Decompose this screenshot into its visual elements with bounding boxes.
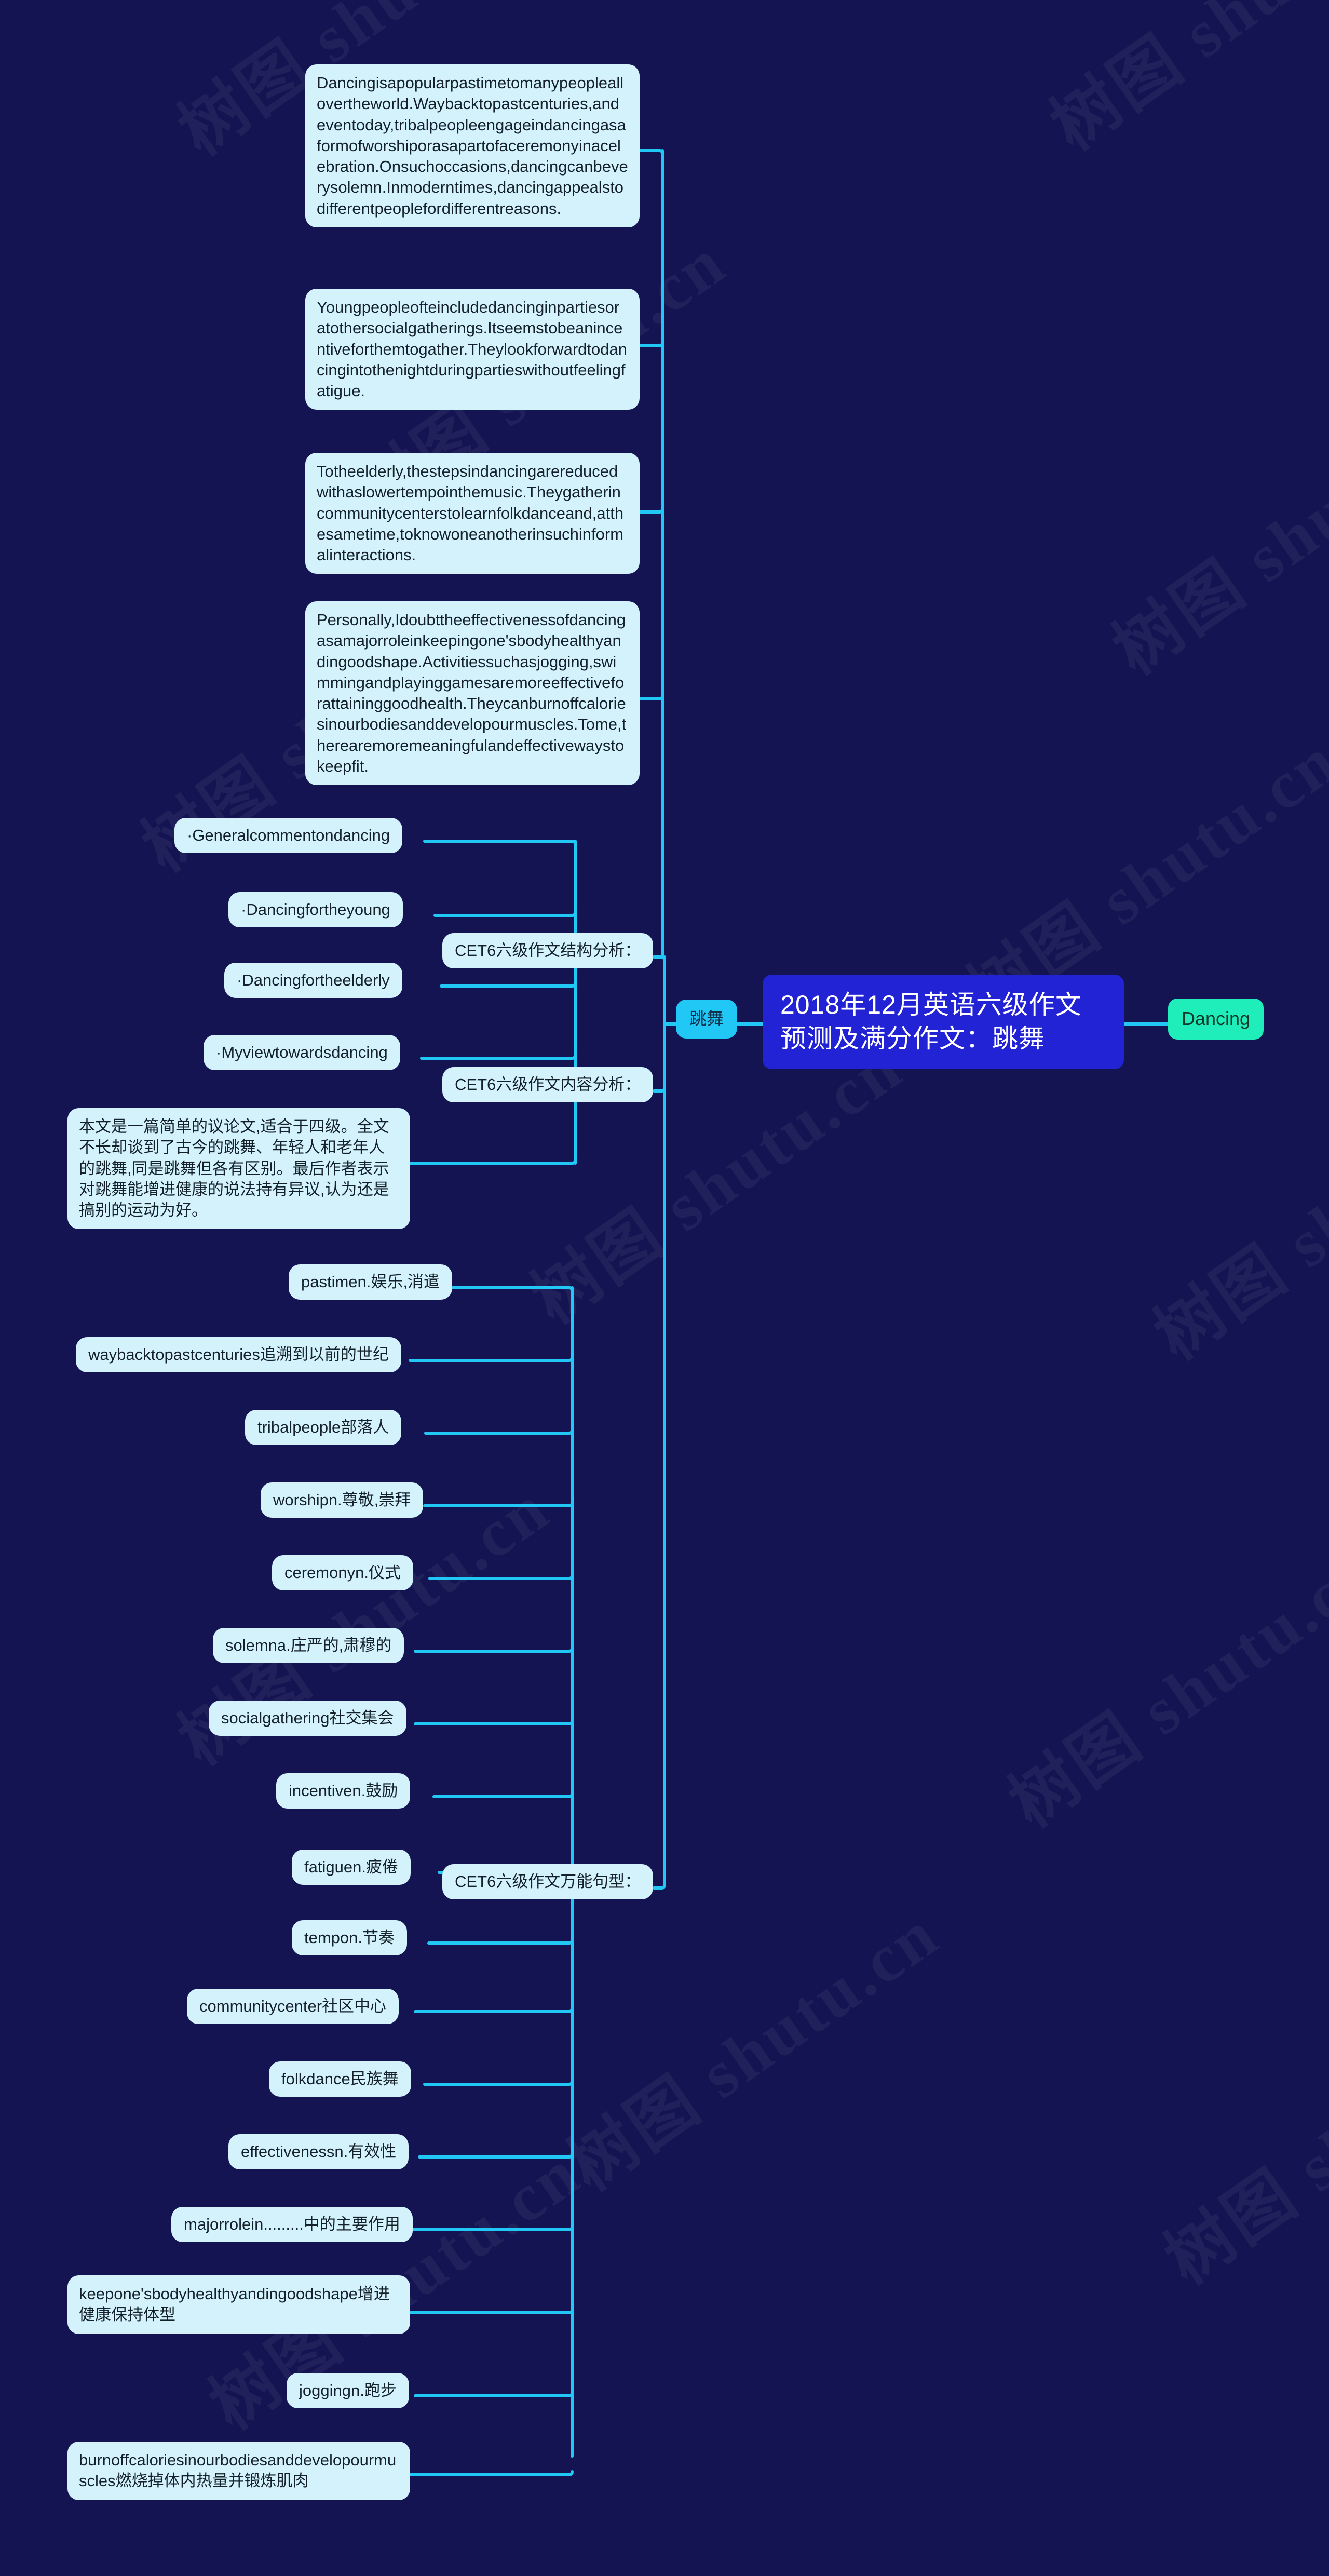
watermark: 树图 shutu.cn	[1101, 380, 1329, 689]
vocabulary-item-label: ceremonyn.仪式	[284, 1563, 401, 1582]
structure-item-3-label: ·Dancingfortheelderly	[237, 971, 390, 989]
vocabulary-item[interactable]: joggingn.跑步	[287, 2373, 409, 2409]
vocabulary-item[interactable]: tribalpeople部落人	[245, 1410, 402, 1446]
category-content-analysis-label: CET6六级作文内容分析：	[455, 1075, 641, 1094]
vocabulary-item-label: tribalpeople部落人	[257, 1418, 389, 1436]
watermark: 树图 shutu.cn	[1038, 0, 1329, 165]
vocabulary-item[interactable]: burnoffcaloriesinourbodiesanddevelopourm…	[67, 2442, 410, 2500]
essay-paragraph-1-text: Dancingisapopularpastimetomanypeopleallo…	[317, 74, 628, 218]
vocabulary-item-label: socialgathering社交集会	[221, 1709, 394, 1727]
vocabulary-item[interactable]: keepone'sbodyhealthyandingoodshape增进健康保持…	[67, 2275, 410, 2334]
vocabulary-item[interactable]: ceremonyn.仪式	[272, 1555, 413, 1591]
essay-paragraph-2[interactable]: Youngpeopleofteincludedancinginpartiesor…	[305, 289, 640, 410]
vocabulary-item-label: solemna.庄严的,肃穆的	[225, 1636, 392, 1654]
vocabulary-item[interactable]: folkdance民族舞	[269, 2061, 411, 2097]
watermark: 树图 shutu.cn	[997, 1532, 1329, 1842]
branch-node-tiaowu-label: 跳舞	[689, 1009, 724, 1028]
vocabulary-item-label: tempon.节奏	[304, 1928, 395, 1947]
watermark: 树图 shutu.cn	[1142, 1065, 1329, 1374]
structure-item-1-label: ·Generalcommentondancing	[187, 826, 390, 844]
vocabulary-item-label: pastimen.娱乐,消遣	[301, 1273, 440, 1291]
category-content-analysis[interactable]: CET6六级作文内容分析：	[442, 1067, 654, 1103]
root-node-label: 2018年12月英语六级作文预测及满分作文：跳舞	[780, 990, 1082, 1053]
vocabulary-item[interactable]: tempon.节奏	[292, 1920, 408, 1956]
branch-node-dancing-label: Dancing	[1182, 1008, 1251, 1029]
vocabulary-item[interactable]: communitycenter社区中心	[187, 1989, 399, 2025]
vocabulary-item[interactable]: majorrolein.........中的主要作用	[171, 2207, 413, 2243]
vocabulary-item-label: communitycenter社区中心	[199, 1997, 387, 2015]
vocabulary-item-label: incentiven.鼓励	[289, 1782, 398, 1800]
vocabulary-item-label: keepone'sbodyhealthyandingoodshape增进健康保持…	[79, 2285, 390, 2324]
essay-paragraph-1[interactable]: Dancingisapopularpastimetomanypeopleallo…	[305, 64, 640, 228]
essay-paragraph-4[interactable]: Personally,Idoubttheeffectivenessofdanci…	[305, 601, 640, 786]
vocabulary-item[interactable]: worshipn.尊敬,崇拜	[261, 1482, 424, 1518]
structure-item-4[interactable]: ·Myviewtowardsdancing	[204, 1035, 400, 1071]
essay-paragraph-4-text: Personally,Idoubttheeffectivenessofdanci…	[317, 611, 627, 776]
vocabulary-item[interactable]: fatiguen.疲倦	[292, 1850, 411, 1885]
vocabulary-item[interactable]: incentiven.鼓励	[276, 1773, 411, 1809]
vocabulary-item[interactable]: socialgathering社交集会	[209, 1701, 406, 1736]
vocabulary-item-label: burnoffcaloriesinourbodiesanddevelopourm…	[79, 2451, 397, 2490]
vocabulary-item-label: folkdance民族舞	[281, 2070, 399, 2088]
watermark: 树图 shutu.cn	[555, 1896, 953, 2205]
structure-item-2-label: ·Dancingfortheyoung	[241, 900, 390, 919]
structure-item-1[interactable]: ·Generalcommentondancing	[174, 818, 403, 854]
vocabulary-item[interactable]: waybacktopastcenturies追溯到以前的世纪	[76, 1337, 401, 1373]
branch-node-dancing[interactable]: Dancing	[1168, 999, 1264, 1040]
branch-node-tiaowu[interactable]: 跳舞	[676, 1000, 737, 1039]
category-structure-analysis[interactable]: CET6六级作文结构分析：	[442, 933, 654, 969]
vocabulary-item[interactable]: effectivenessn.有效性	[228, 2134, 409, 2170]
structure-item-4-label: ·Myviewtowardsdancing	[216, 1043, 388, 1061]
structure-item-3[interactable]: ·Dancingfortheelderly	[224, 963, 402, 999]
essay-paragraph-3-text: Totheelderly,thestepsindancingarereduced…	[317, 462, 624, 564]
content-analysis-summary[interactable]: 本文是一篇简单的议论文,适合于四级。全文不长却谈到了古今的跳舞、年轻人和老年人的…	[67, 1108, 410, 1230]
essay-paragraph-3[interactable]: Totheelderly,thestepsindancingarereduced…	[305, 453, 640, 574]
structure-item-2[interactable]: ·Dancingfortheyoung	[228, 892, 403, 928]
mindmap-canvas: 树图 shutu.cn 树图 shutu.cn 树图 shutu.cn 树图 s…	[0, 0, 1329, 2576]
vocabulary-item[interactable]: solemna.庄严的,肃穆的	[213, 1628, 404, 1664]
vocabulary-item-label: waybacktopastcenturies追溯到以前的世纪	[88, 1345, 389, 1364]
category-structure-analysis-label: CET6六级作文结构分析：	[455, 941, 641, 960]
vocabulary-item[interactable]: pastimen.娱乐,消遣	[289, 1264, 453, 1300]
root-node[interactable]: 2018年12月英语六级作文预测及满分作文：跳舞	[763, 975, 1124, 1069]
vocabulary-item-label: joggingn.跑步	[299, 2381, 397, 2399]
vocabulary-item-label: fatiguen.疲倦	[304, 1858, 398, 1876]
essay-paragraph-2-text: Youngpeopleofteincludedancinginpartiesor…	[317, 298, 627, 400]
content-analysis-summary-text: 本文是一篇简单的议论文,适合于四级。全文不长却谈到了古今的跳舞、年轻人和老年人的…	[79, 1117, 389, 1220]
vocabulary-item-label: majorrolein.........中的主要作用	[184, 2215, 400, 2233]
category-sentence-patterns[interactable]: CET6六级作文万能句型：	[442, 1864, 654, 1900]
vocabulary-item-label: effectivenessn.有效性	[241, 2142, 397, 2161]
watermark: 树图 shutu.cn	[1152, 1989, 1329, 2299]
vocabulary-item-label: worshipn.尊敬,崇拜	[273, 1491, 411, 1509]
category-sentence-patterns-label: CET6六级作文万能句型：	[455, 1872, 641, 1891]
connector-lines	[409, 149, 1170, 2476]
